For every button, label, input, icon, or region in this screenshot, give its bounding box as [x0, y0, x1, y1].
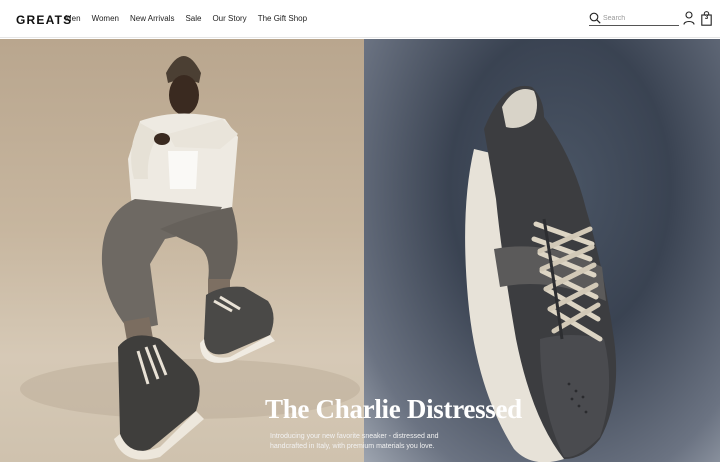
hero-title: The Charlie Distressed — [265, 394, 522, 424]
brand-logo[interactable]: GREATS — [16, 13, 72, 27]
hero-banner[interactable]: The Charlie Distressed Introducing your … — [0, 39, 720, 462]
search-icon[interactable] — [589, 12, 601, 24]
site-header: GREATS Men Women New Arrivals Sale Our S… — [0, 0, 720, 38]
nav-gift-shop[interactable]: The Gift Shop — [258, 14, 307, 23]
nav-men[interactable]: Men — [65, 14, 81, 23]
nav-new-arrivals[interactable]: New Arrivals — [130, 14, 174, 23]
cart-count-badge: 3 — [704, 15, 709, 21]
main-nav: Men Women New Arrivals Sale Our Story Th… — [65, 14, 307, 23]
nav-women[interactable]: Women — [92, 14, 119, 23]
search-bar — [589, 11, 679, 26]
hero-subtitle: Introducing your new favorite sneaker - … — [270, 433, 439, 450]
nav-our-story[interactable]: Our Story — [212, 14, 246, 23]
search-input[interactable] — [603, 14, 677, 22]
nav-sale[interactable]: Sale — [185, 14, 201, 23]
user-icon[interactable] — [683, 11, 695, 25]
